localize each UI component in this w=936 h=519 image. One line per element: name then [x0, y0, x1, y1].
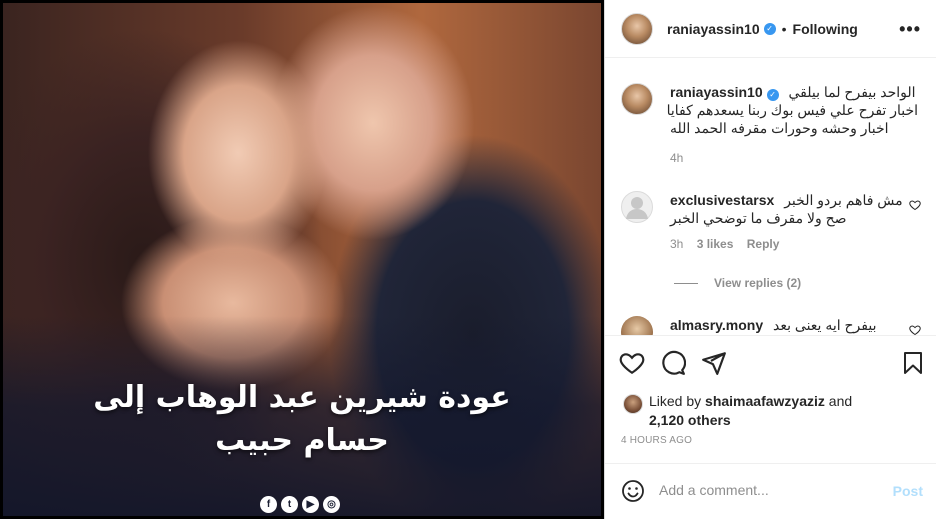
view-replies-button[interactable]: View replies (2) — [674, 276, 801, 290]
comment-body: exclusivestarsx مش فاهم بردو الخبر صح ول… — [670, 191, 918, 251]
post-timestamp[interactable]: 4 HOURS AGO — [621, 435, 692, 446]
liker-avatar[interactable] — [623, 394, 643, 414]
add-comment-bar: Post — [605, 463, 936, 519]
comment-bubble-icon[interactable] — [660, 350, 687, 376]
comment-body: almasry.mony بيفرح ايه يعنى بعد — [670, 316, 918, 334]
caption-text-line3: اخبار وحشه وحورات مقرفه الحمد الله — [670, 120, 889, 136]
comment-likes[interactable]: 3 likes — [697, 237, 734, 251]
caption-text-line1: الواحد بيفرح لما بيلقي — [788, 84, 916, 100]
post-image[interactable]: عودة شيرين عبد الوهاب إلى حسام حبيب f t … — [0, 0, 604, 519]
comment-like-heart-icon[interactable] — [909, 199, 921, 214]
header-separator: • — [781, 20, 787, 37]
add-comment-input[interactable] — [659, 482, 879, 498]
comments-list[interactable]: raniayassin10 ✓ الواحد بيفرح لما بيلقي اخ… — [605, 59, 936, 335]
image-caption-line1: عودة شيرين عبد الوهاب إلى — [93, 380, 511, 415]
comment-text-line2: صح ولا مقرف ما توضحي الخبر — [670, 210, 847, 226]
comment-text-line1: بيفرح ايه يعنى بعد — [773, 317, 877, 333]
instagram-icon: ◎ — [323, 496, 340, 513]
comment-time[interactable]: 3h — [670, 237, 683, 251]
following-button[interactable]: Following — [793, 21, 858, 37]
post-actions-bar — [605, 335, 936, 387]
liked-by-and: and — [828, 393, 853, 409]
youtube-icon: ▶ — [302, 496, 319, 513]
liked-by-text: Liked by shaimaafawzyaziz and 2,120 othe… — [649, 392, 852, 430]
social-icons-row: f t ▶ ◎ — [260, 496, 340, 513]
twitter-icon: t — [281, 496, 298, 513]
post-header: raniayassin10 ✓ • Following ••• — [605, 0, 936, 58]
caption-text-line2: اخبار تفرح علي فيس بوك ربنا يسعدهم كفايا — [666, 102, 918, 118]
more-options-icon[interactable]: ••• — [899, 19, 921, 40]
caption-author-username[interactable]: raniayassin10 — [670, 84, 763, 100]
default-avatar-icon[interactable] — [621, 191, 653, 223]
post-comment-button[interactable]: Post — [893, 483, 923, 499]
post-side-panel: raniayassin10 ✓ • Following ••• raniayas… — [604, 0, 936, 519]
facebook-icon: f — [260, 496, 277, 513]
image-caption-line2: حسام حبيب — [215, 423, 389, 458]
verified-badge-icon: ✓ — [763, 22, 776, 35]
comment-like-heart-icon[interactable] — [909, 324, 921, 335]
caption-author-avatar[interactable] — [621, 83, 653, 115]
liked-by-others-link[interactable]: 2,120 others — [649, 412, 731, 428]
liked-by-user-link[interactable]: shaimaafawzyaziz — [705, 393, 825, 409]
replies-divider — [674, 282, 698, 284]
caption-body: raniayassin10 ✓ الواحد بيفرح لما بيلقي اخ… — [667, 83, 918, 165]
comment-text-line1: مش فاهم بردو الخبر — [784, 192, 903, 208]
like-heart-icon[interactable] — [619, 350, 645, 376]
share-paper-plane-icon[interactable] — [701, 350, 727, 376]
emoji-smiley-icon[interactable] — [621, 479, 645, 503]
comment-username[interactable]: exclusivestarsx — [670, 192, 774, 208]
save-bookmark-icon[interactable] — [901, 350, 927, 376]
author-avatar[interactable] — [621, 12, 653, 45]
view-replies-label: View replies (2) — [714, 276, 802, 290]
author-username[interactable]: raniayassin10 — [667, 21, 760, 37]
caption-time[interactable]: 4h — [670, 151, 683, 165]
commenter-avatar[interactable] — [621, 316, 653, 335]
reply-button[interactable]: Reply — [747, 237, 780, 251]
verified-badge-icon: ✓ — [766, 89, 779, 101]
comment-username[interactable]: almasry.mony — [670, 317, 763, 333]
liked-by-prefix: Liked by — [649, 393, 702, 409]
caption-overlay — [3, 316, 601, 516]
